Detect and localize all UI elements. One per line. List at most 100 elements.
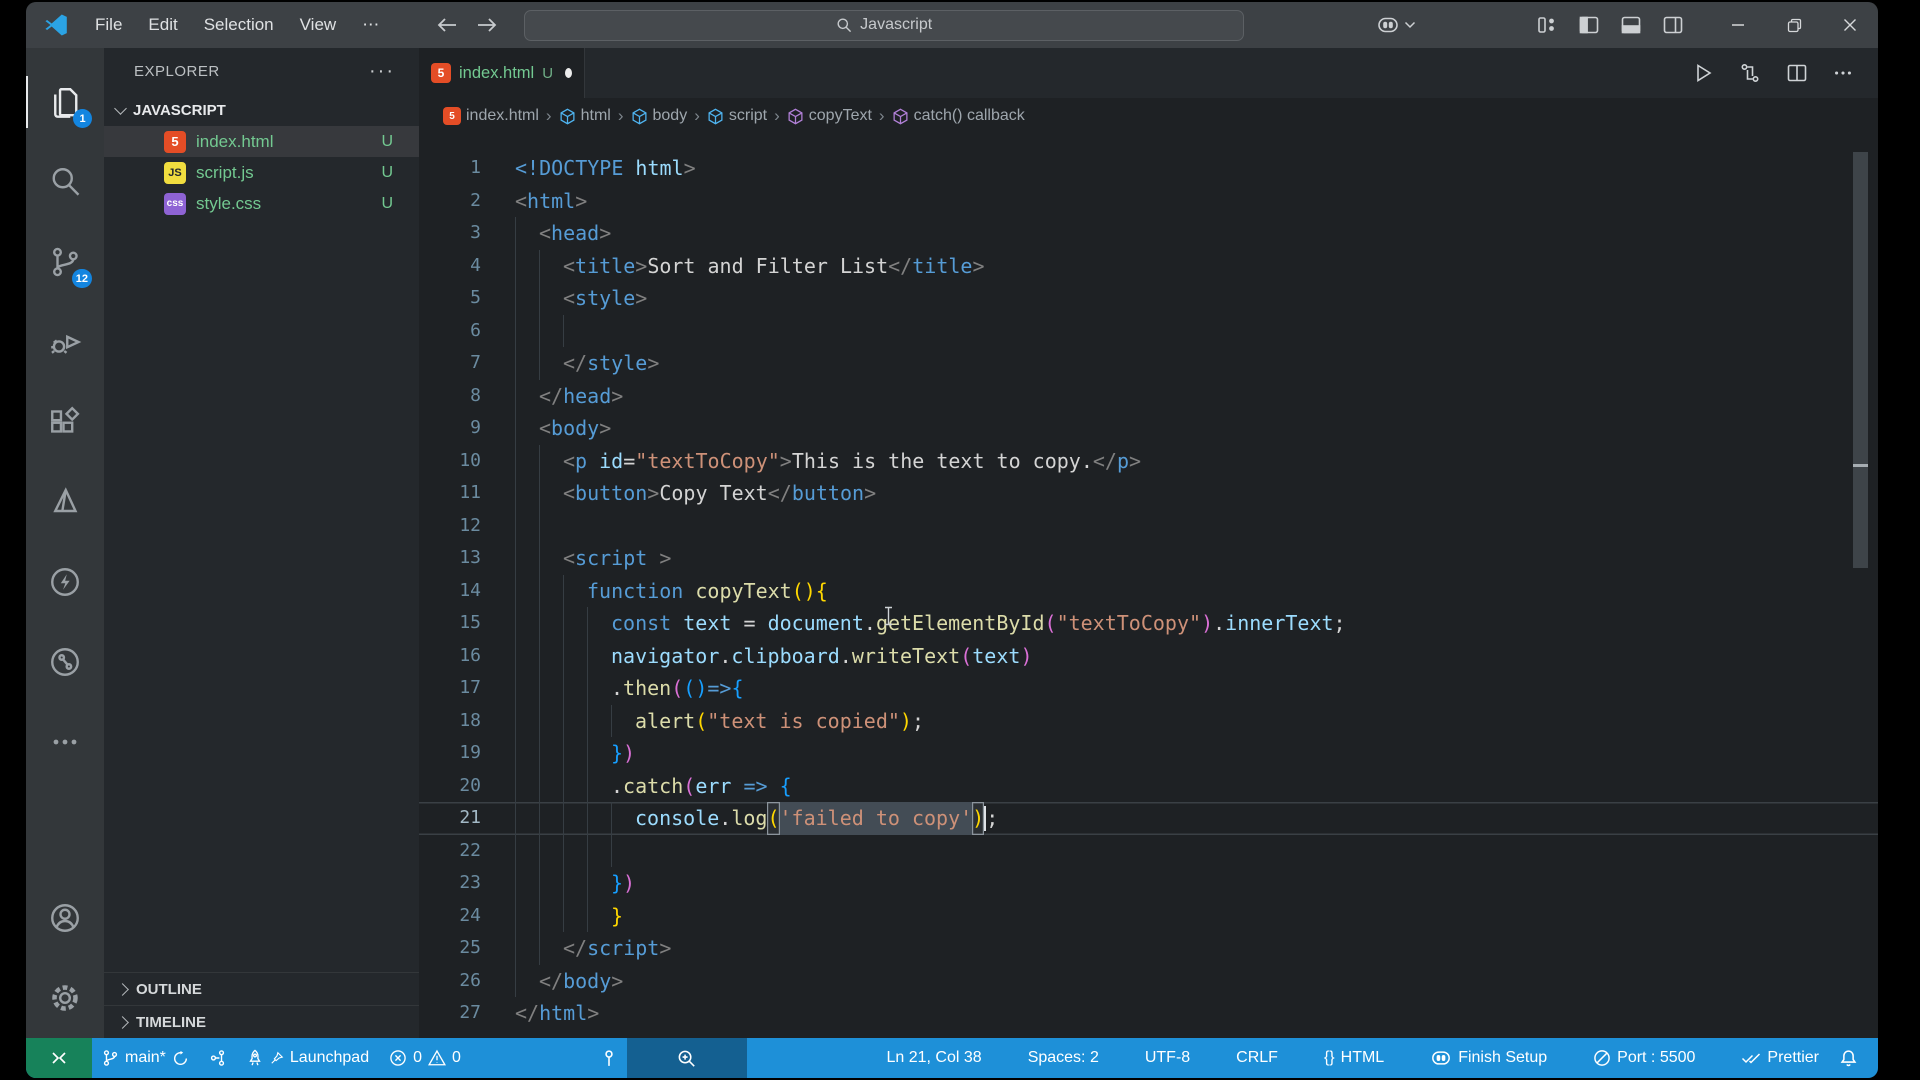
prism-extension-icon[interactable] (26, 462, 104, 542)
live-share-extension-icon[interactable] (26, 622, 104, 702)
code-line-23[interactable]: 23}) (419, 867, 1878, 900)
settings-gear-icon[interactable] (26, 958, 104, 1038)
gitlens-graph-button[interactable] (199, 1038, 236, 1078)
formatter-status[interactable]: Prettier (1731, 1038, 1829, 1078)
branch-status[interactable]: main* (92, 1038, 199, 1078)
code-line-3[interactable]: 3<head> (419, 217, 1878, 250)
run-file-icon[interactable] (1692, 62, 1714, 84)
plug-status[interactable] (591, 1038, 627, 1078)
toggle-secondary-sidebar-icon[interactable] (1662, 15, 1684, 35)
toggle-panel-icon[interactable] (1620, 15, 1642, 35)
code-line-22[interactable]: 22 (419, 835, 1878, 868)
menu-edit[interactable]: Edit (135, 2, 190, 48)
code-token: title (912, 250, 972, 283)
source-control-view-icon[interactable]: 12 (26, 222, 104, 302)
code-line-15[interactable]: 15const text = document.getElementById("… (419, 607, 1878, 640)
code-token: id (599, 445, 623, 478)
restore-button[interactable] (1766, 2, 1822, 48)
code-editor[interactable]: 1<!DOCTYPE html>2<html>3<head>4<title>So… (419, 134, 1878, 1038)
code-token: </ (563, 347, 587, 380)
live-server-port[interactable]: Port : 5500 (1583, 1038, 1705, 1078)
code-line-8[interactable]: 8</head> (419, 380, 1878, 413)
copilot-setup-status[interactable]: Finish Setup (1420, 1038, 1557, 1078)
code-line-18[interactable]: 18alert("text is copied"); (419, 705, 1878, 738)
explorer-view-icon[interactable]: 1 (26, 62, 104, 142)
file-row-script.js[interactable]: JSscript.jsU (104, 157, 419, 188)
tab-index-html[interactable]: 5 index.html U (419, 48, 585, 98)
chevron-down-icon (1404, 21, 1416, 29)
launchpad-button[interactable]: Launchpad (236, 1038, 379, 1078)
folder-javascript[interactable]: JAVASCRIPT (104, 94, 419, 126)
code-line-27[interactable]: 27</html> (419, 997, 1878, 1030)
eol-status[interactable]: CRLF (1226, 1038, 1288, 1078)
code-line-6[interactable]: 6 (419, 315, 1878, 348)
code-line-11[interactable]: 11<button>Copy Text</button> (419, 477, 1878, 510)
code-line-16[interactable]: 16navigator.clipboard.writeText(text) (419, 640, 1878, 673)
account-icon[interactable] (26, 878, 104, 958)
additional-views-icon[interactable] (26, 702, 104, 782)
code-line-9[interactable]: 9<body> (419, 412, 1878, 445)
cursor-position[interactable]: Ln 21, Col 38 (877, 1038, 992, 1078)
code-line-7[interactable]: 7</style> (419, 347, 1878, 380)
line-number: 2 (419, 185, 515, 218)
indent-guide (587, 867, 611, 900)
code-line-21[interactable]: 21console.log('failed to copy'); (419, 802, 1878, 835)
code-line-17[interactable]: 17.then(()=>{ (419, 672, 1878, 705)
menu-more[interactable]: ⋯ (349, 2, 392, 48)
run-debug-view-icon[interactable] (26, 302, 104, 382)
code-line-20[interactable]: 20.catch(err => { (419, 770, 1878, 803)
split-editor-icon[interactable] (1786, 63, 1808, 83)
code-line-25[interactable]: 25</script> (419, 932, 1878, 965)
zoom-status[interactable] (627, 1038, 747, 1078)
problems-status[interactable]: 0 0 (379, 1038, 471, 1078)
menu-view[interactable]: View (287, 2, 350, 48)
code-line-26[interactable]: 26</body> (419, 965, 1878, 998)
customize-layout-icon[interactable] (1536, 15, 1558, 35)
toggle-primary-sidebar-icon[interactable] (1578, 15, 1600, 35)
editor-scrollbar[interactable] (1853, 152, 1868, 568)
code-line-4[interactable]: 4<title>Sort and Filter List</title> (419, 250, 1878, 283)
code-line-24[interactable]: 24} (419, 900, 1878, 933)
code-line-13[interactable]: 13<script > (419, 542, 1878, 575)
back-arrow-icon[interactable] (432, 10, 462, 40)
breadcrumb-body[interactable]: body (631, 107, 688, 125)
more-actions-icon[interactable] (1832, 62, 1854, 84)
lightning-extension-icon[interactable] (26, 542, 104, 622)
open-changes-icon[interactable] (1738, 62, 1762, 84)
encoding-status[interactable]: UTF-8 (1135, 1038, 1200, 1078)
outline-section[interactable]: OUTLINE (104, 972, 419, 1005)
line-number: 8 (419, 380, 515, 413)
code-line-19[interactable]: 19}) (419, 737, 1878, 770)
code-line-2[interactable]: 2<html> (419, 185, 1878, 218)
breadcrumb-copytext[interactable]: copyText (787, 107, 872, 125)
minimize-button[interactable] (1710, 2, 1766, 48)
extensions-view-icon[interactable] (26, 382, 104, 462)
indentation-status[interactable]: Spaces: 2 (1018, 1038, 1109, 1078)
explorer-actions-icon[interactable]: ··· (369, 60, 395, 83)
breadcrumb-script[interactable]: script (707, 107, 767, 125)
modified-dot-icon[interactable] (565, 68, 572, 78)
menu-file[interactable]: File (82, 2, 135, 48)
breadcrumb-html[interactable]: html (559, 107, 611, 125)
notifications-bell[interactable] (1829, 1038, 1868, 1078)
close-button[interactable] (1822, 2, 1878, 48)
timeline-section[interactable]: TIMELINE (104, 1005, 419, 1038)
code-line-12[interactable]: 12 (419, 510, 1878, 543)
copilot-menu[interactable] (1376, 14, 1416, 36)
language-mode[interactable]: {} HTML (1314, 1038, 1394, 1078)
code-line-5[interactable]: 5<style> (419, 282, 1878, 315)
search-view-icon[interactable] (26, 142, 104, 222)
code-token: then (623, 672, 671, 705)
code-line-10[interactable]: 10<p id="textToCopy">This is the text to… (419, 445, 1878, 478)
breadcrumb-catch-callback[interactable]: catch() callback (892, 107, 1025, 125)
code-line-14[interactable]: 14function copyText(){ (419, 575, 1878, 608)
menu-selection[interactable]: Selection (191, 2, 287, 48)
file-row-index.html[interactable]: 5index.htmlU (104, 126, 419, 157)
breadcrumb-file[interactable]: 5 index.html (443, 107, 539, 125)
indent-guide (515, 250, 539, 283)
remote-indicator[interactable] (26, 1038, 92, 1078)
command-center-search[interactable]: Javascript (524, 10, 1244, 41)
forward-arrow-icon[interactable] (472, 10, 502, 40)
code-line-1[interactable]: 1<!DOCTYPE html> (419, 152, 1878, 185)
file-row-style.css[interactable]: cssstyle.cssU (104, 188, 419, 219)
